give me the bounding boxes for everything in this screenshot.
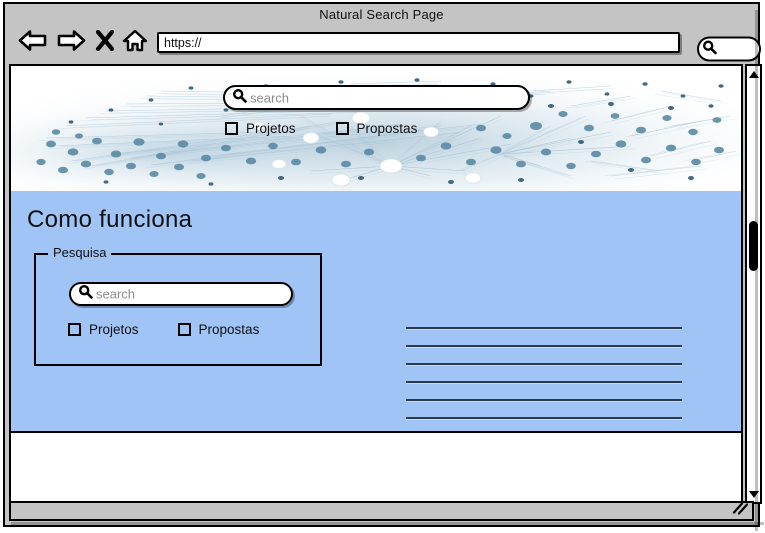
status-bar [9,501,754,521]
pesquisa-checkbox-projetos[interactable]: Projetos [68,322,139,337]
text-line [406,327,682,329]
text-line [406,399,682,401]
hero-checkbox-projetos[interactable]: Projetos [225,121,296,136]
close-x-icon[interactable] [95,29,115,56]
text-line [406,417,682,419]
vertical-scrollbar[interactable] [745,64,762,504]
hero-search-placeholder: search [250,90,290,105]
footer-panel [11,431,741,502]
page-viewport: search Projetos Propostas Como funciona [9,64,743,504]
navigation-bar: https:// [5,23,761,63]
page-title: Como funciona [27,206,193,233]
window-shadow-bottom [11,522,764,525]
window-shadow-right [755,10,758,531]
title-bar: Natural Search Page [5,4,758,24]
hero-search-field[interactable]: search [223,85,530,110]
hero-checkbox-group: Projetos Propostas [225,121,417,136]
pesquisa-checkbox-group: Projetos Propostas [68,322,259,337]
pesquisa-search-field[interactable]: search [69,282,293,306]
window-title: Natural Search Page [319,6,444,22]
pesquisa-search-placeholder: search [96,286,136,302]
text-line [406,363,682,365]
pesquisa-fieldset: Pesquisa search Projetos Propostas [34,245,322,366]
home-icon[interactable] [122,29,148,57]
checkbox-label: Projetos [89,322,139,337]
text-line [406,345,682,347]
forward-arrow-icon[interactable] [56,30,86,57]
como-funciona-section: Como funciona Pesquisa search Projetos P… [11,191,741,431]
search-icon [78,284,93,304]
search-icon [232,88,247,108]
browser-window: Natural Search Page https:// search Proj… [3,2,764,531]
screenshot-root: Natural Search Page https:// search Proj… [0,0,765,533]
hero-section: search Projetos Propostas [11,66,741,191]
hero-checkbox-propostas[interactable]: Propostas [335,121,418,136]
text-line [406,381,682,383]
search-icon [702,39,717,59]
checkbox-label: Propostas [198,322,260,337]
back-arrow-icon[interactable] [18,30,48,57]
fieldset-legend: Pesquisa [48,245,112,260]
checkbox-label: Propostas [356,121,418,136]
scroll-up-button[interactable] [747,67,760,81]
checkbox-box[interactable] [177,323,191,336]
checkbox-label: Projetos [246,121,296,136]
browser-search-field[interactable] [697,36,761,62]
placeholder-text-lines [406,327,682,419]
url-text: https:// [164,35,202,50]
checkbox-box[interactable] [68,323,81,336]
checkbox-box[interactable] [225,122,238,135]
resize-grip-icon[interactable] [729,502,749,521]
scroll-down-button[interactable] [747,487,760,501]
pesquisa-checkbox-propostas[interactable]: Propostas [177,322,260,337]
checkbox-box[interactable] [335,122,349,135]
url-bar[interactable]: https:// [157,32,680,53]
